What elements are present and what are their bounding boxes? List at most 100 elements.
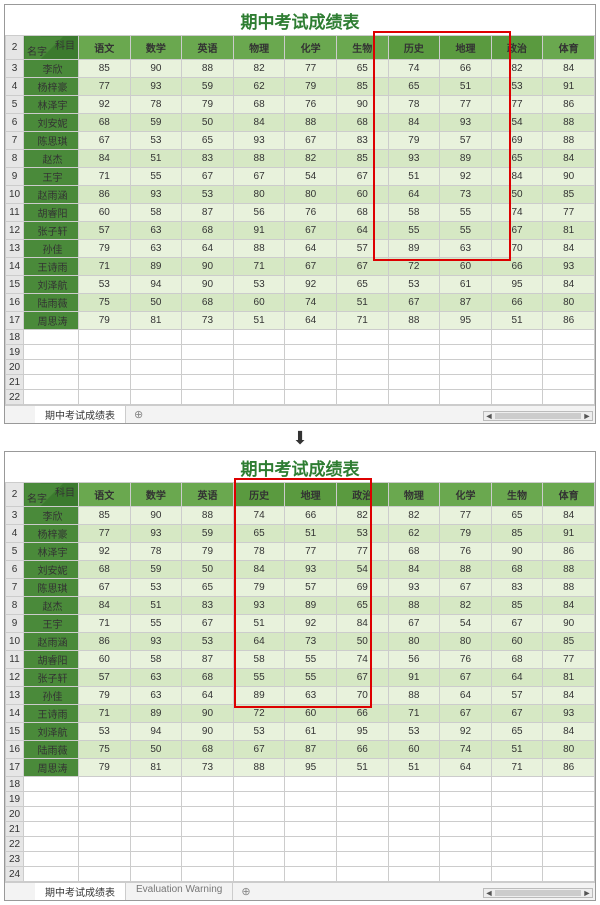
empty-cell[interactable] [491,837,543,852]
name-cell[interactable]: 张子轩 [24,222,79,240]
empty-cell[interactable] [79,390,131,405]
data-cell[interactable]: 89 [388,240,440,258]
data-cell[interactable]: 82 [336,507,388,525]
name-cell[interactable]: 刘安妮 [24,561,79,579]
empty-cell[interactable] [130,330,182,345]
empty-cell[interactable] [130,807,182,822]
data-cell[interactable]: 83 [182,597,234,615]
data-cell[interactable]: 93 [130,525,182,543]
data-cell[interactable]: 79 [79,687,131,705]
data-cell[interactable]: 58 [130,204,182,222]
column-header[interactable]: 体育 [543,36,595,60]
data-cell[interactable]: 88 [182,507,234,525]
data-cell[interactable]: 71 [79,615,131,633]
row-header[interactable]: 6 [6,561,24,579]
data-cell[interactable]: 62 [388,525,440,543]
data-cell[interactable]: 85 [491,597,543,615]
data-cell[interactable]: 82 [285,150,337,168]
sheet-tab[interactable]: Evaluation Warning [126,883,233,900]
data-cell[interactable]: 67 [233,741,285,759]
empty-cell[interactable] [79,837,131,852]
data-cell[interactable]: 90 [182,276,234,294]
data-cell[interactable]: 53 [388,723,440,741]
row-header[interactable]: 16 [6,741,24,759]
data-cell[interactable]: 65 [336,60,388,78]
data-cell[interactable]: 65 [336,597,388,615]
data-cell[interactable]: 51 [388,759,440,777]
data-cell[interactable]: 63 [130,222,182,240]
empty-cell[interactable] [233,330,285,345]
data-cell[interactable]: 58 [130,651,182,669]
empty-cell[interactable] [388,837,440,852]
data-cell[interactable]: 93 [130,633,182,651]
data-cell[interactable]: 68 [388,543,440,561]
empty-cell[interactable] [182,330,234,345]
row-header[interactable]: 7 [6,132,24,150]
name-cell[interactable]: 胡睿阳 [24,204,79,222]
empty-cell[interactable] [440,375,492,390]
empty-cell[interactable] [440,837,492,852]
data-cell[interactable]: 56 [388,651,440,669]
data-cell[interactable]: 94 [130,276,182,294]
empty-cell[interactable] [491,777,543,792]
add-sheet-icon[interactable]: ⊕ [233,885,258,898]
empty-cell[interactable] [24,777,79,792]
data-cell[interactable]: 58 [233,651,285,669]
column-header[interactable]: 化学 [440,483,492,507]
empty-cell[interactable] [440,777,492,792]
empty-cell[interactable] [24,792,79,807]
data-cell[interactable]: 55 [130,615,182,633]
empty-cell[interactable] [440,807,492,822]
data-cell[interactable]: 88 [233,150,285,168]
data-cell[interactable]: 73 [285,633,337,651]
empty-cell[interactable] [233,777,285,792]
data-cell[interactable]: 79 [285,78,337,96]
empty-cell[interactable] [285,837,337,852]
data-cell[interactable]: 67 [440,705,492,723]
data-cell[interactable]: 85 [491,525,543,543]
row-header[interactable]: 15 [6,276,24,294]
data-cell[interactable]: 86 [543,543,595,561]
data-cell[interactable]: 68 [336,114,388,132]
data-cell[interactable]: 64 [233,633,285,651]
empty-cell[interactable] [130,375,182,390]
empty-cell[interactable] [285,822,337,837]
data-cell[interactable]: 53 [182,186,234,204]
empty-cell[interactable] [285,792,337,807]
data-cell[interactable]: 78 [130,96,182,114]
data-cell[interactable]: 64 [182,240,234,258]
row-header[interactable]: 22 [6,390,24,405]
column-header[interactable]: 体育 [543,483,595,507]
data-cell[interactable]: 87 [182,651,234,669]
data-cell[interactable]: 68 [491,561,543,579]
data-cell[interactable]: 90 [543,168,595,186]
data-cell[interactable]: 67 [440,579,492,597]
data-cell[interactable]: 91 [233,222,285,240]
data-cell[interactable]: 53 [491,78,543,96]
data-cell[interactable]: 79 [233,579,285,597]
data-cell[interactable]: 77 [491,96,543,114]
data-cell[interactable]: 50 [491,186,543,204]
data-cell[interactable]: 51 [491,312,543,330]
data-cell[interactable]: 73 [182,759,234,777]
name-cell[interactable]: 陈思琪 [24,132,79,150]
data-cell[interactable]: 87 [440,294,492,312]
data-cell[interactable]: 89 [285,597,337,615]
data-cell[interactable]: 56 [233,204,285,222]
data-cell[interactable]: 50 [130,741,182,759]
data-cell[interactable]: 55 [285,669,337,687]
empty-cell[interactable] [130,867,182,882]
data-cell[interactable]: 66 [440,60,492,78]
data-cell[interactable]: 74 [491,204,543,222]
column-header[interactable]: 英语 [182,36,234,60]
data-cell[interactable]: 50 [182,561,234,579]
row-header[interactable]: 12 [6,669,24,687]
data-cell[interactable]: 66 [336,705,388,723]
data-cell[interactable]: 89 [440,150,492,168]
data-cell[interactable]: 93 [130,78,182,96]
empty-cell[interactable] [543,777,595,792]
data-cell[interactable]: 62 [233,78,285,96]
data-cell[interactable]: 50 [182,114,234,132]
row-header[interactable]: 14 [6,705,24,723]
data-cell[interactable]: 63 [285,687,337,705]
